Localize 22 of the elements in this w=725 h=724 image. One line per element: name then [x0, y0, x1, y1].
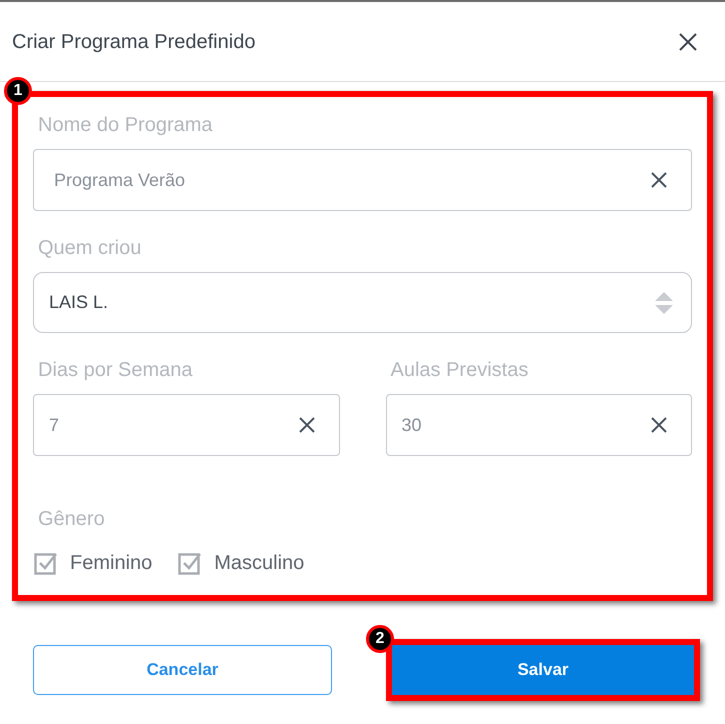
dialog-title: Criar Programa Predefinido — [12, 30, 256, 54]
field-label: Aulas Previstas — [390, 358, 530, 383]
input-field[interactable]: 30 — [386, 394, 692, 456]
checkbox-label[interactable]: Masculino — [214, 548, 304, 578]
field-label: Quem criou — [38, 236, 142, 261]
clear-icon[interactable] — [651, 172, 667, 188]
clear-icon[interactable] — [651, 417, 667, 433]
cancel-button[interactable]: Cancelar — [33, 645, 332, 695]
step-badge: 1 — [4, 77, 32, 105]
checkbox-label[interactable]: Feminino — [70, 548, 152, 578]
select-field[interactable]: LAIS L. — [33, 272, 692, 333]
clear-icon[interactable] — [298, 417, 314, 433]
field-label: Dias por Semana — [38, 358, 194, 383]
checkbox[interactable] — [178, 551, 202, 575]
step-badge: 2 — [366, 625, 394, 653]
input-field[interactable]: 7 — [33, 394, 340, 456]
checkbox[interactable] — [34, 551, 58, 575]
field-label: Gênero — [38, 507, 106, 532]
field-label: Nome do Programa — [38, 113, 214, 138]
save-button[interactable]: Salvar — [392, 645, 694, 695]
input-field[interactable]: Programa Verão — [33, 149, 692, 211]
close-icon[interactable] — [679, 32, 697, 50]
